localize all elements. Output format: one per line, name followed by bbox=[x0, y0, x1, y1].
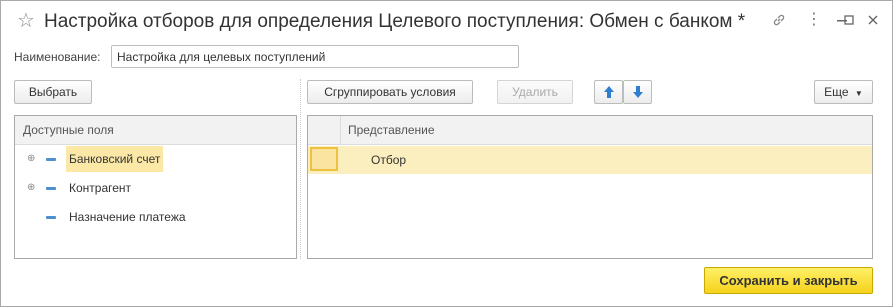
expand-icon[interactable]: ⊕ bbox=[27, 183, 35, 193]
table-row[interactable]: Отбор bbox=[308, 146, 872, 174]
tree-item-payment-purpose[interactable]: Назначение платежа bbox=[15, 204, 296, 232]
name-field-label: Наименование: bbox=[14, 50, 101, 64]
move-down-button[interactable] bbox=[623, 80, 652, 104]
close-icon[interactable] bbox=[863, 10, 883, 30]
group-conditions-button[interactable]: Сгруппировать условия bbox=[307, 80, 473, 104]
name-input[interactable] bbox=[111, 45, 519, 68]
tree-item-counterparty[interactable]: ⊕ Контрагент bbox=[15, 175, 296, 203]
star-icon[interactable]: ☆ bbox=[17, 10, 35, 32]
tree-item-bank-account[interactable]: ⊕ Банковский счет bbox=[15, 146, 296, 174]
more-button-label: Еще bbox=[824, 85, 849, 99]
field-icon bbox=[46, 216, 56, 219]
delete-button[interactable]: Удалить bbox=[497, 80, 573, 104]
save-and-close-button[interactable]: Сохранить и закрыть bbox=[704, 267, 873, 294]
tree-item-label: Банковский счет bbox=[66, 146, 164, 172]
panel-separator[interactable] bbox=[300, 79, 301, 259]
link-icon[interactable] bbox=[769, 10, 789, 30]
window-title: Настройка отборов для определения Целево… bbox=[44, 11, 746, 32]
arrow-down-icon bbox=[632, 86, 643, 98]
field-icon bbox=[46, 187, 56, 190]
dropdown-arrow-icon: ▼ bbox=[854, 89, 863, 98]
available-fields-panel: Доступные поля ⊕ Банковский счет ⊕ Контр… bbox=[14, 115, 297, 259]
filter-table-panel: Представление Отбор bbox=[307, 115, 873, 259]
dialog-window: ☆ Настройка отборов для определения Целе… bbox=[0, 0, 893, 307]
available-fields-header: Доступные поля bbox=[15, 116, 296, 145]
row-label: Отбор bbox=[371, 153, 407, 167]
move-up-button[interactable] bbox=[594, 80, 623, 104]
expand-icon[interactable]: ⊕ bbox=[27, 154, 35, 164]
more-vertical-icon[interactable]: ⋮ bbox=[804, 10, 824, 30]
column-divider bbox=[340, 116, 341, 145]
column-header-representation[interactable]: Представление bbox=[348, 116, 435, 145]
tree-item-label: Контрагент bbox=[69, 181, 132, 195]
use-checkbox[interactable] bbox=[310, 147, 338, 171]
maximize-icon[interactable] bbox=[839, 10, 859, 30]
arrow-up-icon bbox=[603, 86, 614, 98]
select-button[interactable]: Выбрать bbox=[14, 80, 92, 104]
filter-table-header: Представление bbox=[308, 116, 872, 145]
tree-item-label: Назначение платежа bbox=[69, 210, 186, 224]
more-button[interactable]: Еще ▼ bbox=[814, 80, 873, 104]
field-icon bbox=[46, 158, 56, 161]
